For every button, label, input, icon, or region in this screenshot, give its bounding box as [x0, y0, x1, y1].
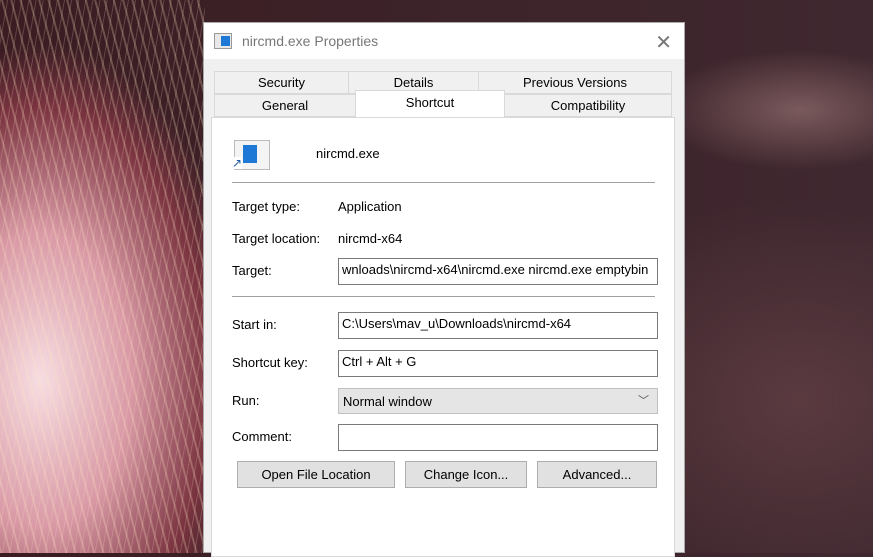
title-bar: nircmd.exe Properties ✕	[204, 23, 684, 59]
start-in-label: Start in:	[232, 317, 277, 332]
comment-input[interactable]	[338, 424, 658, 451]
target-type-value: Application	[338, 199, 402, 214]
divider	[232, 182, 655, 183]
tab-security[interactable]: Security	[214, 71, 349, 94]
target-type-label: Target type:	[232, 199, 300, 214]
shortcut-file-icon	[232, 140, 270, 170]
wallpaper-fireworks	[0, 0, 205, 553]
shortcut-key-input[interactable]: Ctrl + Alt + G	[338, 350, 658, 377]
target-label: Target:	[232, 263, 272, 278]
target-location-value: nircmd-x64	[338, 231, 403, 246]
target-input[interactable]: wnloads\nircmd-x64\nircmd.exe nircmd.exe…	[338, 258, 658, 285]
tab-previous-versions[interactable]: Previous Versions	[478, 71, 672, 94]
advanced-button[interactable]: Advanced...	[537, 461, 657, 488]
shortcut-tab-page: nircmd.exe Target type: Application Targ…	[211, 117, 675, 557]
close-icon[interactable]: ✕	[655, 30, 672, 55]
run-label: Run:	[232, 393, 260, 408]
tab-compatibility[interactable]: Compatibility	[504, 94, 672, 117]
window-title: nircmd.exe Properties	[242, 33, 379, 49]
run-select[interactable]: Normal window ﹀	[338, 388, 658, 414]
properties-dialog: nircmd.exe Properties ✕ Security Details…	[203, 22, 685, 557]
shortcut-key-label: Shortcut key:	[232, 355, 308, 370]
tab-shortcut[interactable]: Shortcut	[355, 90, 505, 117]
app-icon	[214, 33, 232, 49]
open-file-location-button[interactable]: Open File Location	[237, 461, 395, 488]
comment-label: Comment:	[232, 429, 292, 444]
target-location-label: Target location:	[232, 231, 321, 246]
chevron-down-icon: ﹀	[638, 395, 649, 407]
start-in-input[interactable]: C:\Users\mav_u\Downloads\nircmd-x64	[338, 312, 658, 339]
divider	[232, 296, 655, 297]
run-select-value: Normal window	[343, 394, 432, 409]
tab-general[interactable]: General	[214, 94, 356, 117]
change-icon-button[interactable]: Change Icon...	[405, 461, 527, 488]
file-name: nircmd.exe	[316, 146, 380, 161]
